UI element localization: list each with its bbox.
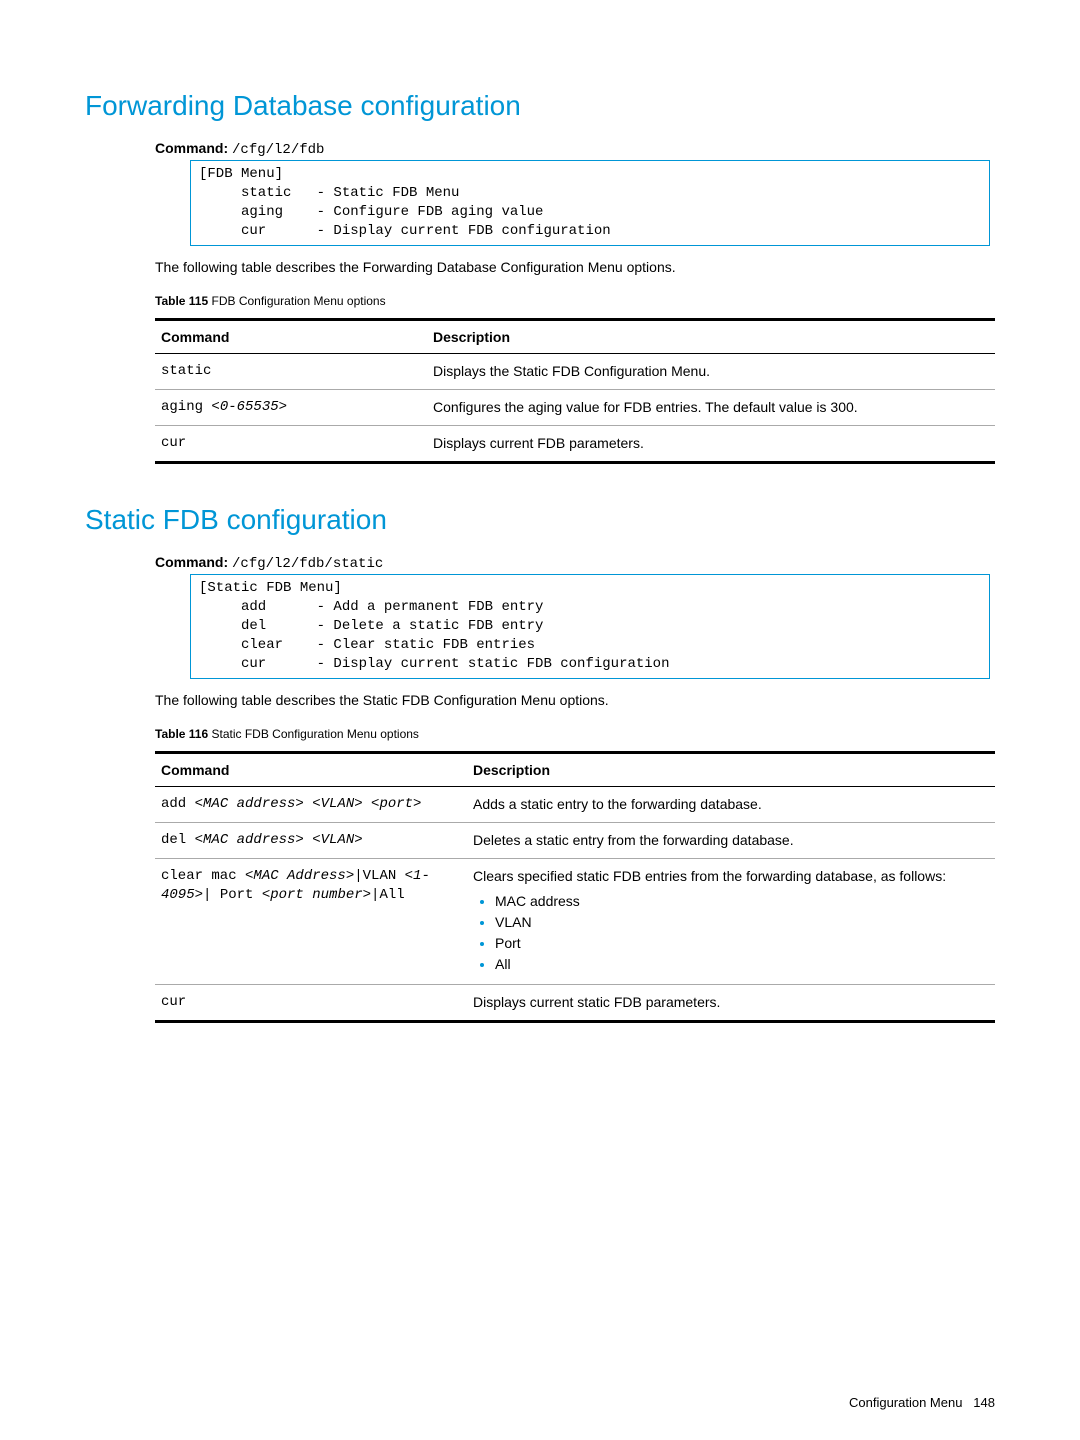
section1-title: Forwarding Database configuration <box>85 90 995 122</box>
list-item: VLAN <box>495 913 989 932</box>
command-label: Command: <box>155 554 228 570</box>
command-cell: add <MAC address> <VLAN> <port> <box>155 787 467 823</box>
table-header-description: Description <box>427 320 995 354</box>
table-row: curDisplays current FDB parameters. <box>155 426 995 463</box>
table-header-description: Description <box>467 753 995 787</box>
section1-command-line: Command: /cfg/l2/fdb <box>155 140 995 158</box>
section2-menu-box: [Static FDB Menu] add - Add a permanent … <box>190 574 990 678</box>
description-cell: Displays the Static FDB Configuration Me… <box>427 354 995 390</box>
footer-page: 148 <box>973 1395 995 1410</box>
section1-menu-box: [FDB Menu] static - Static FDB Menu agin… <box>190 160 990 246</box>
section2-title: Static FDB configuration <box>85 504 995 536</box>
description-cell: Displays current FDB parameters. <box>427 426 995 463</box>
table-row: staticDisplays the Static FDB Configurat… <box>155 354 995 390</box>
table-row: add <MAC address> <VLAN> <port>Adds a st… <box>155 787 995 823</box>
table-header-command: Command <box>155 753 467 787</box>
table115-caption: Table 115 FDB Configuration Menu options <box>155 294 995 308</box>
description-cell: Configures the aging value for FDB entri… <box>427 390 995 426</box>
document-page: Forwarding Database configuration Comman… <box>0 0 1080 1440</box>
description-cell: Adds a static entry to the forwarding da… <box>467 787 995 823</box>
section1-intro: The following table describes the Forwar… <box>155 258 995 277</box>
footer-label: Configuration Menu <box>849 1395 962 1410</box>
description-cell: Deletes a static entry from the forwardi… <box>467 823 995 859</box>
page-footer: Configuration Menu 148 <box>849 1395 995 1410</box>
command-cell: static <box>155 354 427 390</box>
caption-bold: Table 115 <box>155 294 208 308</box>
caption-bold: Table 116 <box>155 727 208 741</box>
list-item: MAC address <box>495 892 989 911</box>
table-row: del <MAC address> <VLAN>Deletes a static… <box>155 823 995 859</box>
caption-rest: Static FDB Configuration Menu options <box>208 727 419 741</box>
list-item: All <box>495 955 989 974</box>
table116-caption: Table 116 Static FDB Configuration Menu … <box>155 727 995 741</box>
command-cell: aging <0-65535> <box>155 390 427 426</box>
command-path: /cfg/l2/fdb/static <box>232 556 383 572</box>
caption-rest: FDB Configuration Menu options <box>208 294 385 308</box>
command-cell: clear mac <MAC Address>|VLAN <1-4095>| P… <box>155 859 467 984</box>
description-cell: Clears specified static FDB entries from… <box>467 859 995 984</box>
list-item: Port <box>495 934 989 953</box>
table116: Command Description add <MAC address> <V… <box>155 751 995 1022</box>
command-cell: cur <box>155 984 467 1021</box>
command-label: Command: <box>155 140 228 156</box>
table115: Command Description staticDisplays the S… <box>155 318 995 464</box>
description-lead: Clears specified static FDB entries from… <box>473 867 989 886</box>
table-row: clear mac <MAC Address>|VLAN <1-4095>| P… <box>155 859 995 984</box>
table-header-command: Command <box>155 320 427 354</box>
command-path: /cfg/l2/fdb <box>232 142 324 158</box>
table-row: curDisplays current static FDB parameter… <box>155 984 995 1021</box>
description-cell: Displays current static FDB parameters. <box>467 984 995 1021</box>
command-cell: cur <box>155 426 427 463</box>
table-row: aging <0-65535>Configures the aging valu… <box>155 390 995 426</box>
section2-intro: The following table describes the Static… <box>155 691 995 710</box>
command-cell: del <MAC address> <VLAN> <box>155 823 467 859</box>
bullet-list: MAC address VLAN Port All <box>473 892 989 974</box>
section2-command-line: Command: /cfg/l2/fdb/static <box>155 554 995 572</box>
